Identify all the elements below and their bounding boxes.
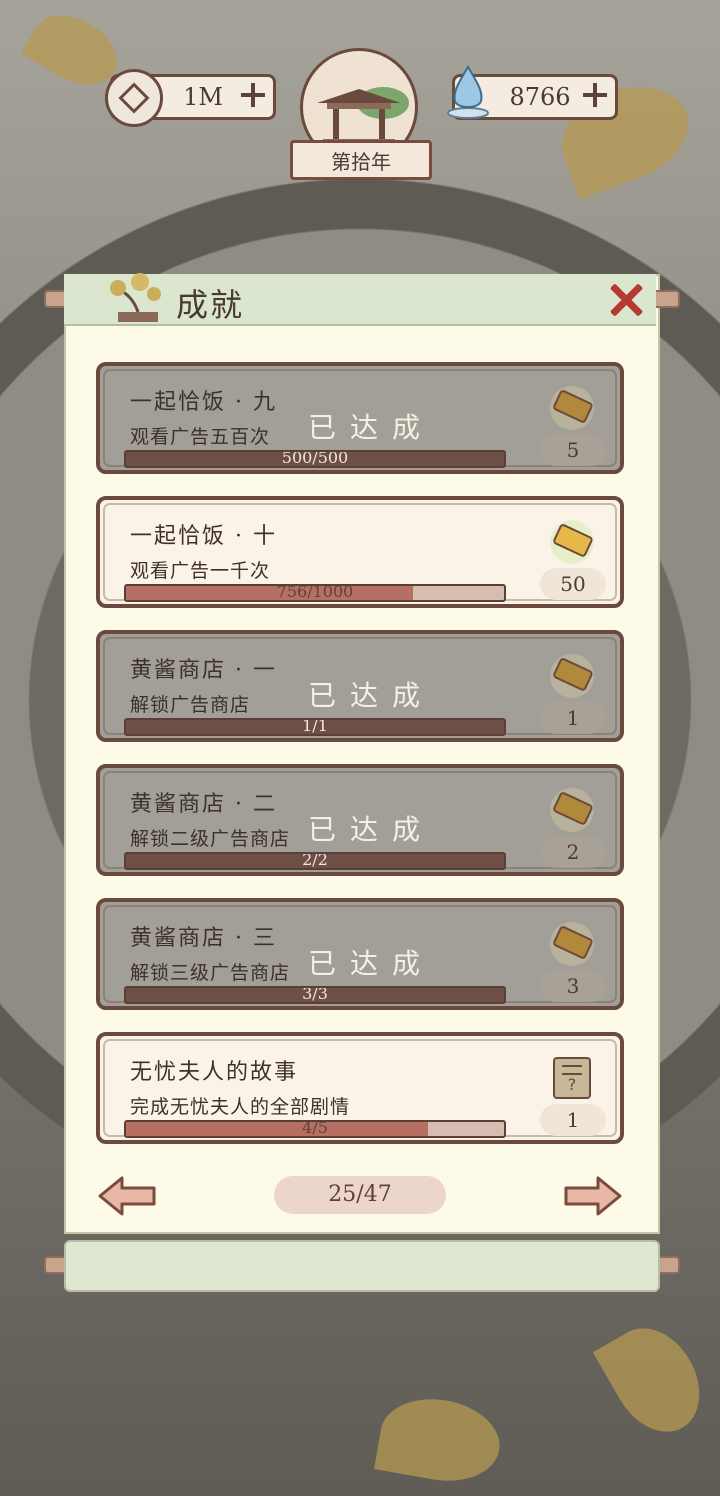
achievement-title: 无忧夫人的故事	[130, 1060, 299, 1085]
progress-bar: 500/500	[124, 450, 506, 468]
add-coins-button[interactable]	[241, 83, 265, 107]
reward-count: 1	[540, 702, 606, 734]
year-text: 第拾年	[331, 149, 391, 174]
ticket-icon	[550, 654, 594, 698]
achievement-card[interactable]: 一起恰饭 · 九 观看广告五百次 500/500 已达成 5	[96, 362, 624, 474]
achievement-title: 黄酱商店 · 二	[130, 792, 277, 817]
progress-bar: 756/1000	[124, 584, 506, 602]
progress-text: 3/3	[302, 986, 328, 1003]
ticket-icon	[550, 520, 594, 564]
completed-label: 已达成	[308, 813, 435, 846]
reward-count: 5	[540, 434, 606, 466]
achievement-title: 一起恰饭 · 十	[130, 524, 277, 549]
progress-bar: 1/1	[124, 718, 506, 736]
achievement-title: 黄酱商店 · 三	[130, 926, 277, 951]
panel-title: 成就	[176, 286, 245, 324]
water-drop-icon	[447, 65, 489, 119]
progress-bar: 3/3	[124, 986, 506, 1004]
add-spirit-button[interactable]	[583, 83, 607, 107]
achievement-card[interactable]: 黄酱商店 · 一 解锁广告商店 1/1 已达成 1	[96, 630, 624, 742]
coin-counter: 1M	[105, 69, 276, 127]
ticket-icon	[550, 788, 594, 832]
progress-text: 756/1000	[276, 584, 354, 601]
progress-text: 2/2	[302, 852, 328, 869]
progress-text: 1/1	[302, 718, 328, 735]
spirit-counter: 8766	[447, 65, 618, 120]
completed-label: 已达成	[308, 411, 435, 444]
ticket-icon	[550, 922, 594, 966]
achievement-card[interactable]: 黄酱商店 · 三 解锁三级广告商店 3/3 已达成 3	[96, 898, 624, 1010]
bonsai-icon	[110, 273, 161, 322]
svg-text:?: ?	[568, 1075, 577, 1094]
reward-count: 1	[540, 1104, 606, 1136]
right-arrow-icon[interactable]	[562, 1174, 624, 1218]
achievement-description: 解锁三级广告商店	[130, 962, 291, 984]
coin-amount: 1M	[183, 83, 223, 111]
close-icon[interactable]	[606, 280, 646, 320]
achievement-description: 解锁二级广告商店	[130, 828, 291, 850]
progress-text: 500/500	[281, 450, 349, 467]
reward-count: 2	[540, 836, 606, 868]
achievement-card[interactable]: 黄酱商店 · 二 解锁二级广告商店 2/2 已达成 2	[96, 764, 624, 876]
completed-label: 已达成	[308, 947, 435, 980]
page-text: 25/47	[328, 1182, 392, 1207]
progress-bar: 4/5	[124, 1120, 506, 1138]
achievement-card[interactable]: 无忧夫人的故事 完成无忧夫人的全部剧情 4/5 ? 1	[96, 1032, 624, 1144]
achievement-title: 一起恰饭 · 九	[130, 390, 277, 415]
spirit-amount: 8766	[509, 83, 571, 111]
achievement-description: 解锁广告商店	[130, 694, 251, 716]
achievement-title: 黄酱商店 · 一	[130, 658, 277, 683]
panel-footer	[64, 1240, 660, 1292]
reward-count: 50	[540, 568, 606, 600]
coin-icon	[105, 69, 163, 127]
progress-text: 4/5	[302, 1120, 328, 1137]
achievement-card[interactable]: 一起恰饭 · 十 观看广告一千次 756/1000 50	[96, 496, 624, 608]
achievement-description: 观看广告五百次	[130, 426, 271, 448]
reward-count: 3	[540, 970, 606, 1002]
scroll-icon: ?	[553, 1057, 591, 1099]
year-label: 第拾年	[290, 140, 432, 180]
progress-bar: 2/2	[124, 852, 506, 870]
achievement-description: 观看广告一千次	[130, 560, 271, 582]
ticket-icon	[550, 386, 594, 430]
achievement-description: 完成无忧夫人的全部剧情	[130, 1096, 351, 1118]
completed-label: 已达成	[308, 679, 435, 712]
page-indicator: 25/47	[274, 1176, 446, 1214]
left-arrow-icon[interactable]	[96, 1174, 158, 1218]
